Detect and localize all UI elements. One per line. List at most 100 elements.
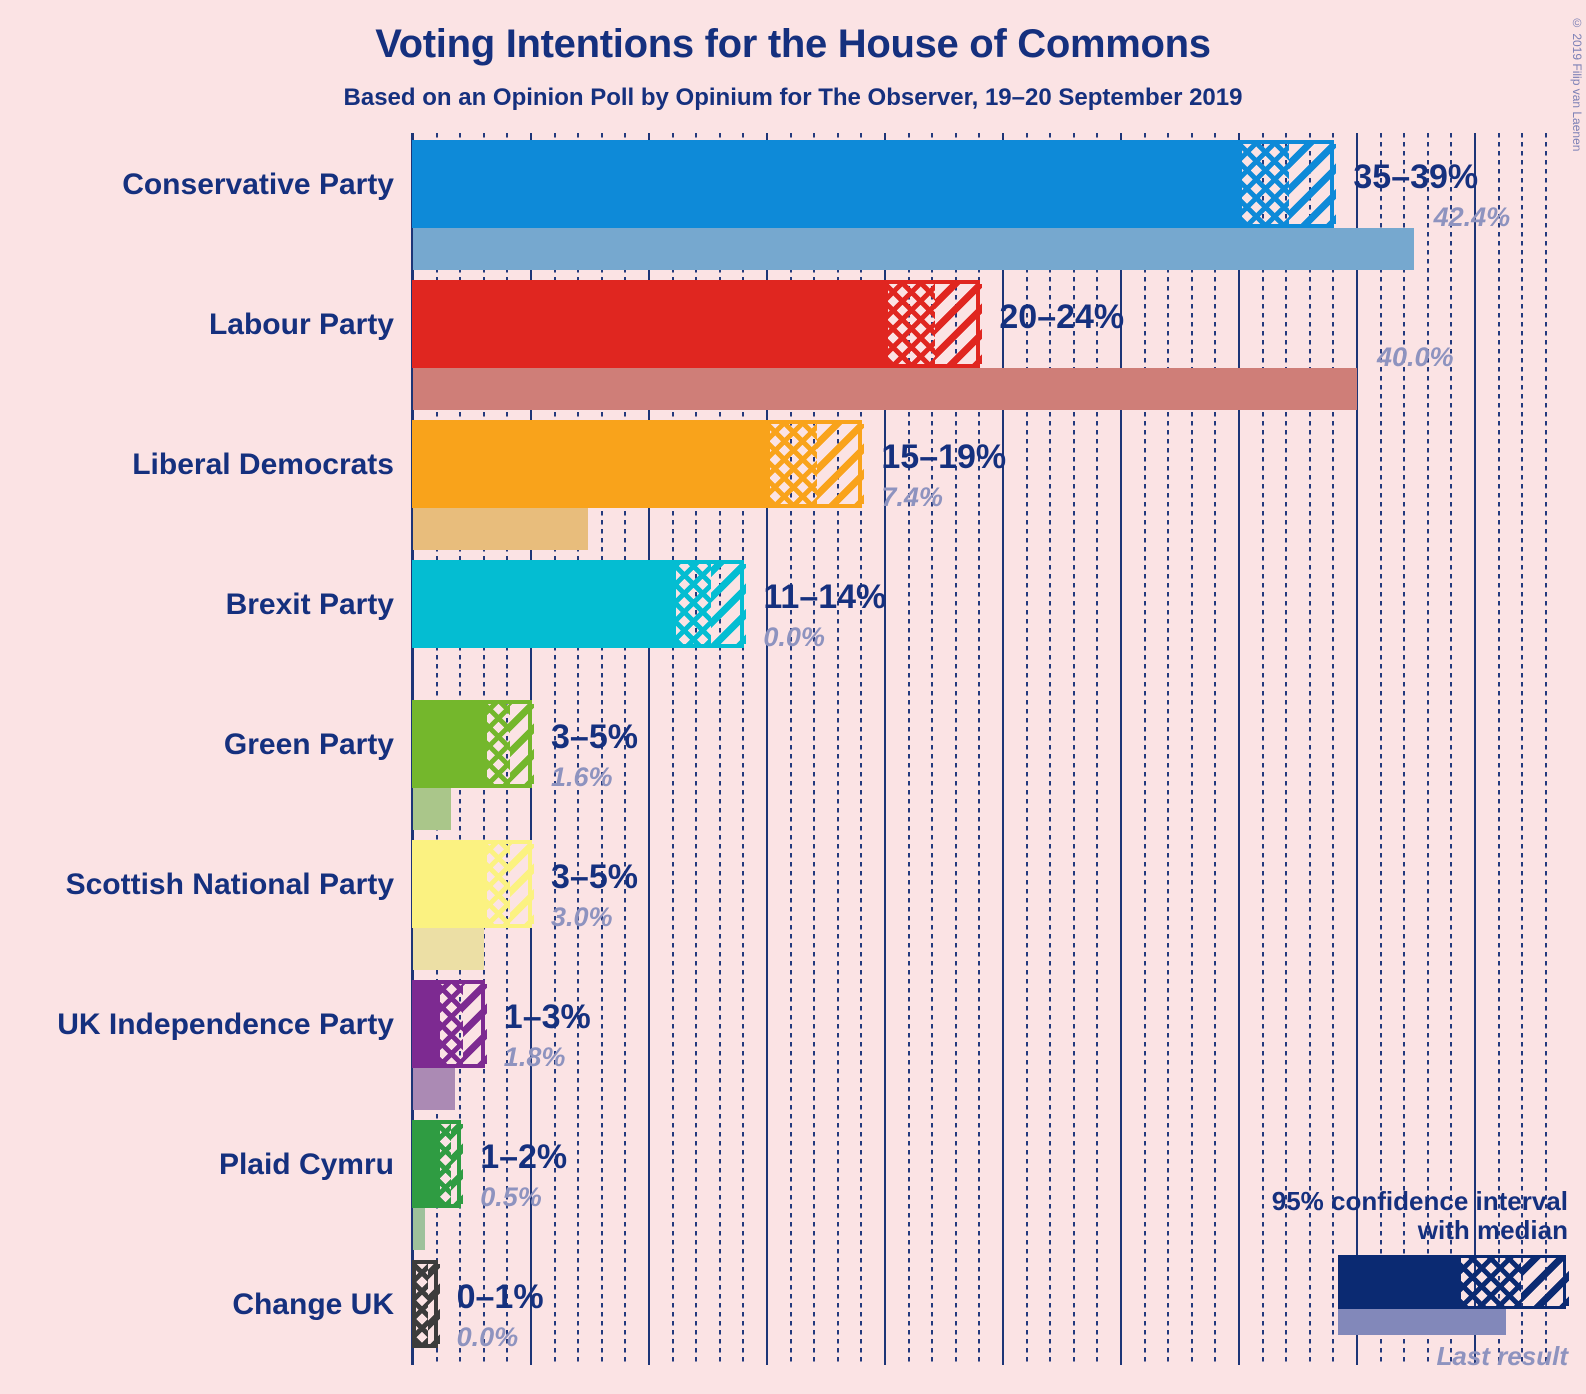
ci-bar-lower-solid xyxy=(416,1124,440,1204)
last-result-value-label: 1.8% xyxy=(503,1042,566,1072)
ci-bar xyxy=(412,1260,440,1348)
ci-value-label: 1–2% xyxy=(480,1138,568,1176)
last-result-value-label: 0.0% xyxy=(456,1322,519,1352)
last-result-bar xyxy=(413,1208,425,1250)
ci-bar-upper-diagonal xyxy=(711,564,747,644)
gridline-major xyxy=(1474,133,1476,1365)
ci-bar-upper-diagonal xyxy=(817,424,865,504)
last-result-value-label: 0.0% xyxy=(763,622,825,652)
poll-chart: Voting Intentions for the House of Commo… xyxy=(0,0,1586,1394)
ci-bar xyxy=(412,280,983,368)
legend: 95% confidence interval with median Last… xyxy=(1228,1185,1569,1372)
last-result-bar xyxy=(413,1068,456,1110)
last-result-value-label: 42.4% xyxy=(1433,202,1511,232)
last-result-value-label: 1.6% xyxy=(551,762,613,792)
ci-bar-upper-diagonal xyxy=(451,1124,464,1204)
last-result-value-label: 3.0% xyxy=(551,902,613,932)
ci-value-label: 11–14% xyxy=(763,578,887,616)
gridline-minor xyxy=(1332,133,1335,1365)
gridline-minor xyxy=(1544,133,1547,1365)
legend-line-1: 95% confidence interval xyxy=(1271,1185,1568,1216)
last-result-bar xyxy=(413,788,451,830)
party-label: Green Party xyxy=(223,728,394,761)
ci-bar-lower-solid xyxy=(416,284,888,364)
gridline-minor xyxy=(1497,133,1500,1365)
ci-bar-upper-diagonal xyxy=(510,704,534,784)
party-label: UK Independence Party xyxy=(57,1008,394,1041)
ci-bar-lower-solid xyxy=(416,984,440,1064)
ci-bar-upper-diagonal xyxy=(510,844,534,924)
ci-bar-median-crosshatch xyxy=(888,284,936,364)
legend-ci-swatch xyxy=(1338,1255,1569,1309)
legend-solid-segment xyxy=(1341,1258,1461,1306)
ci-bar-median-crosshatch xyxy=(416,1264,428,1344)
gridline-major xyxy=(1356,133,1358,1365)
page-title: Voting Intentions for the House of Commo… xyxy=(375,22,1211,66)
ci-bar-lower-solid xyxy=(416,424,770,504)
last-result-bar xyxy=(413,508,588,550)
last-result-value-label: 40.0% xyxy=(1377,342,1454,372)
ci-bar-upper-diagonal xyxy=(463,984,487,1064)
ci-value-label: 15–19% xyxy=(881,438,1007,476)
party-label: Scottish National Party xyxy=(65,868,394,901)
ci-bar-lower-solid xyxy=(416,564,676,644)
ci-value-label: 1–3% xyxy=(503,998,591,1036)
ci-bar-lower-solid xyxy=(416,144,1242,224)
ci-value-label: 3–5% xyxy=(551,718,638,756)
legend-crosshatch-segment xyxy=(1461,1258,1521,1306)
gridline-minor xyxy=(1190,133,1193,1365)
last-result-bar xyxy=(413,228,1414,270)
party-label: Brexit Party xyxy=(225,588,394,621)
ci-value-label: 3–5% xyxy=(551,858,638,896)
last-result-bar xyxy=(413,368,1357,410)
ci-bar xyxy=(412,560,747,648)
ci-bar-median-crosshatch xyxy=(439,1124,452,1204)
gridline-minor xyxy=(1379,133,1382,1365)
ci-value-label: 0–1% xyxy=(456,1278,544,1316)
ci-bar-upper-diagonal xyxy=(935,284,983,364)
party-label: Labour Party xyxy=(208,308,394,341)
ci-bar-lower-solid xyxy=(416,704,487,784)
legend-diagonal-segment xyxy=(1521,1258,1569,1306)
gridline-minor xyxy=(1308,133,1311,1365)
ci-value-label: 20–24% xyxy=(999,298,1125,336)
party-label: Change UK xyxy=(232,1288,394,1321)
gridline-minor xyxy=(1521,133,1524,1365)
party-label: Plaid Cymru xyxy=(218,1148,394,1181)
ci-bar-lower-solid xyxy=(416,844,487,924)
ci-bar-median-crosshatch xyxy=(486,844,511,924)
gridline-minor xyxy=(1214,133,1217,1365)
plot-area: 35–39% 42.4% 20–24% 40.0% 15–19% 7.4% 11–14% 0.… xyxy=(411,133,1563,1365)
gridline-minor xyxy=(1403,133,1406,1365)
gridline-minor xyxy=(1450,133,1453,1365)
ci-bar xyxy=(412,980,487,1068)
ci-bar xyxy=(412,140,1337,228)
ci-bar xyxy=(412,840,534,928)
legend-last-result-swatch xyxy=(1338,1309,1506,1335)
last-result-value-label: 0.5% xyxy=(480,1182,542,1212)
legend-line-2: with median xyxy=(1417,1214,1568,1245)
chart-subtitle: Based on an Opinion Poll by Opinium for … xyxy=(343,84,1243,111)
legend-last-result-label: Last result xyxy=(1436,1341,1569,1371)
last-result-bar xyxy=(413,928,484,970)
ci-bar xyxy=(412,1120,464,1208)
gridline-minor xyxy=(1261,133,1264,1365)
ci-bar-median-crosshatch xyxy=(675,564,711,644)
ci-bar-upper-diagonal xyxy=(427,1264,440,1344)
last-result-value-label: 7.4% xyxy=(881,482,943,512)
party-label: Conservative Party xyxy=(122,168,394,201)
ci-bar-upper-diagonal xyxy=(1289,144,1337,224)
gridline-minor xyxy=(1426,133,1429,1365)
ci-value-label: 35–39% xyxy=(1353,158,1479,196)
ci-bar-median-crosshatch xyxy=(770,424,818,504)
gridline-minor xyxy=(1285,133,1288,1365)
gridline-minor xyxy=(1167,133,1170,1365)
copyright-notice: © 2019 Filip van Laenen xyxy=(1570,16,1584,152)
ci-bar-median-crosshatch xyxy=(486,704,511,784)
gridline-minor xyxy=(1143,133,1146,1365)
ci-bar xyxy=(412,420,865,508)
ci-bar-median-crosshatch xyxy=(439,984,464,1064)
ci-bar-median-crosshatch xyxy=(1242,144,1290,224)
party-label: Liberal Democrats xyxy=(132,448,394,481)
gridline-major xyxy=(1238,133,1240,1365)
